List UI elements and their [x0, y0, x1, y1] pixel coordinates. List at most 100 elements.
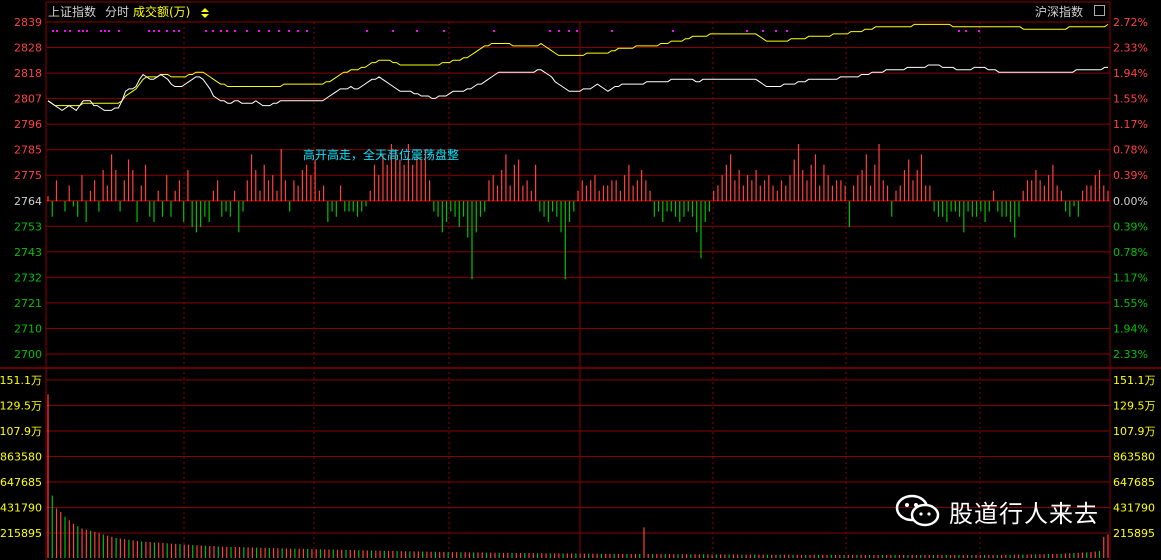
signal-dot — [226, 30, 228, 32]
volume-tick-label: 863580 — [0, 451, 42, 464]
price-tick-label: 2775 — [14, 169, 42, 182]
volume-tick-label-right: 863580 — [1113, 451, 1155, 464]
pct-tick-label: 2.72% — [1113, 16, 1148, 29]
volume-tick-label-right: 151.1万 — [1113, 374, 1156, 387]
signal-dot — [493, 30, 495, 32]
pct-tick-label: 1.94% — [1113, 322, 1148, 335]
signal-dot — [288, 30, 290, 32]
pct-tick-label: 1.55% — [1113, 93, 1148, 106]
signal-dot — [268, 30, 270, 32]
strength-bars — [47, 143, 1109, 280]
signal-dot — [78, 30, 80, 32]
watermark-text: 股道行人来去 — [949, 499, 1099, 528]
volume-tick-label: 431790 — [0, 502, 42, 515]
signal-dot — [104, 30, 106, 32]
signal-dot — [366, 30, 368, 32]
square-icon[interactable] — [1094, 5, 1105, 16]
metric-label[interactable]: 成交额(万) — [133, 4, 190, 19]
volume-tick-label: 151.1万 — [0, 374, 42, 387]
pct-tick-label: 1.55% — [1113, 297, 1148, 310]
signal-dot — [153, 30, 155, 32]
price-tick-label: 2753 — [14, 220, 42, 233]
price-tick-label: 2721 — [14, 297, 42, 310]
signal-dot — [246, 30, 248, 32]
signal-dot — [672, 30, 674, 32]
price-tick-label: 2764 — [14, 195, 42, 208]
price-tick-label: 2796 — [14, 118, 42, 131]
average-line-path — [47, 23, 1109, 107]
signal-dot — [611, 30, 613, 32]
signal-dot — [205, 30, 207, 32]
signal-dot — [443, 30, 445, 32]
signal-dot — [258, 30, 260, 32]
signal-dot — [392, 30, 394, 32]
signal-dot — [69, 30, 71, 32]
intraday-chart[interactable]: 2839 2.72% 2828 2.33% 2818 1.94% 2807 1.55% 2796… — [0, 0, 1161, 560]
signal-dot — [762, 30, 764, 32]
price-tick-label: 2839 — [14, 16, 42, 29]
signal-dot — [158, 30, 160, 32]
signal-dot — [775, 30, 777, 32]
signal-dot — [178, 30, 180, 32]
pct-tick-label: 1.17% — [1113, 118, 1148, 131]
signal-dot — [56, 30, 58, 32]
pct-tick-label: 0.78% — [1113, 144, 1148, 157]
price-tick-label: 2828 — [14, 42, 42, 55]
signal-dot — [108, 30, 110, 32]
average-price-line — [47, 23, 1109, 107]
signal-dot — [306, 30, 308, 32]
signal-dot — [978, 30, 980, 32]
volume-tick-label-right: 107.9万 — [1113, 425, 1156, 438]
signal-dot — [118, 30, 120, 32]
axis-labels: 2839 2.72% 2828 2.33% 2818 1.94% 2807 1.55% 2796… — [0, 16, 1156, 540]
signal-dot — [278, 30, 280, 32]
signal-dot — [173, 30, 175, 32]
price-tick-label: 2818 — [14, 67, 42, 80]
volume-tick-label: 129.5万 — [0, 400, 42, 413]
chart-annotation: 高开高走，全天高位震荡盘整 — [303, 147, 459, 162]
signal-dot — [52, 30, 54, 32]
index-name: 上证指数 — [48, 4, 96, 19]
price-tick-label: 2785 — [14, 144, 42, 157]
signal-dots — [52, 30, 980, 32]
signal-dot — [64, 30, 66, 32]
mode-label[interactable]: 分时 — [105, 5, 129, 19]
pct-tick-label: 1.17% — [1113, 271, 1148, 284]
price-line — [47, 64, 1108, 112]
signal-dot — [958, 30, 960, 32]
signal-dot — [212, 30, 214, 32]
signal-dot — [549, 30, 551, 32]
signal-dot — [568, 30, 570, 32]
pct-tick-label: 2.33% — [1113, 42, 1148, 55]
pct-tick-label: 0.39% — [1113, 220, 1148, 233]
price-line-path — [47, 64, 1108, 112]
pct-tick-label: 2.33% — [1113, 348, 1148, 361]
signal-dot — [416, 30, 418, 32]
price-tick-label: 2743 — [14, 246, 42, 259]
signal-dot — [100, 30, 102, 32]
volume-tick-label: 107.9万 — [0, 425, 42, 438]
right-index-label[interactable]: 沪深指数 — [1035, 4, 1083, 19]
wechat-icon — [895, 494, 941, 528]
signal-dot — [82, 30, 84, 32]
pct-tick-label: 1.94% — [1113, 67, 1148, 80]
price-tick-label: 2710 — [14, 322, 42, 335]
signal-dot — [746, 30, 748, 32]
pct-tick-label: 0.39% — [1113, 169, 1148, 182]
volume-tick-label-right: 129.5万 — [1113, 400, 1156, 413]
up-down-arrow-icon[interactable] — [199, 4, 211, 18]
price-tick-label: 2700 — [14, 348, 42, 361]
watermark: 股道行人来去 — [895, 490, 1155, 532]
signal-dot — [220, 30, 222, 32]
pct-tick-label: 0.00% — [1113, 195, 1148, 208]
signal-dot — [786, 30, 788, 32]
price-tick-label: 2807 — [14, 93, 42, 106]
signal-dot — [234, 30, 236, 32]
signal-dot — [576, 30, 578, 32]
volume-tick-label-right: 647685 — [1113, 476, 1155, 489]
signal-dot — [148, 30, 150, 32]
volume-tick-label: 215895 — [0, 527, 42, 540]
pct-tick-label: 0.78% — [1113, 246, 1148, 259]
signal-dot — [86, 30, 88, 32]
signal-dot — [166, 30, 168, 32]
